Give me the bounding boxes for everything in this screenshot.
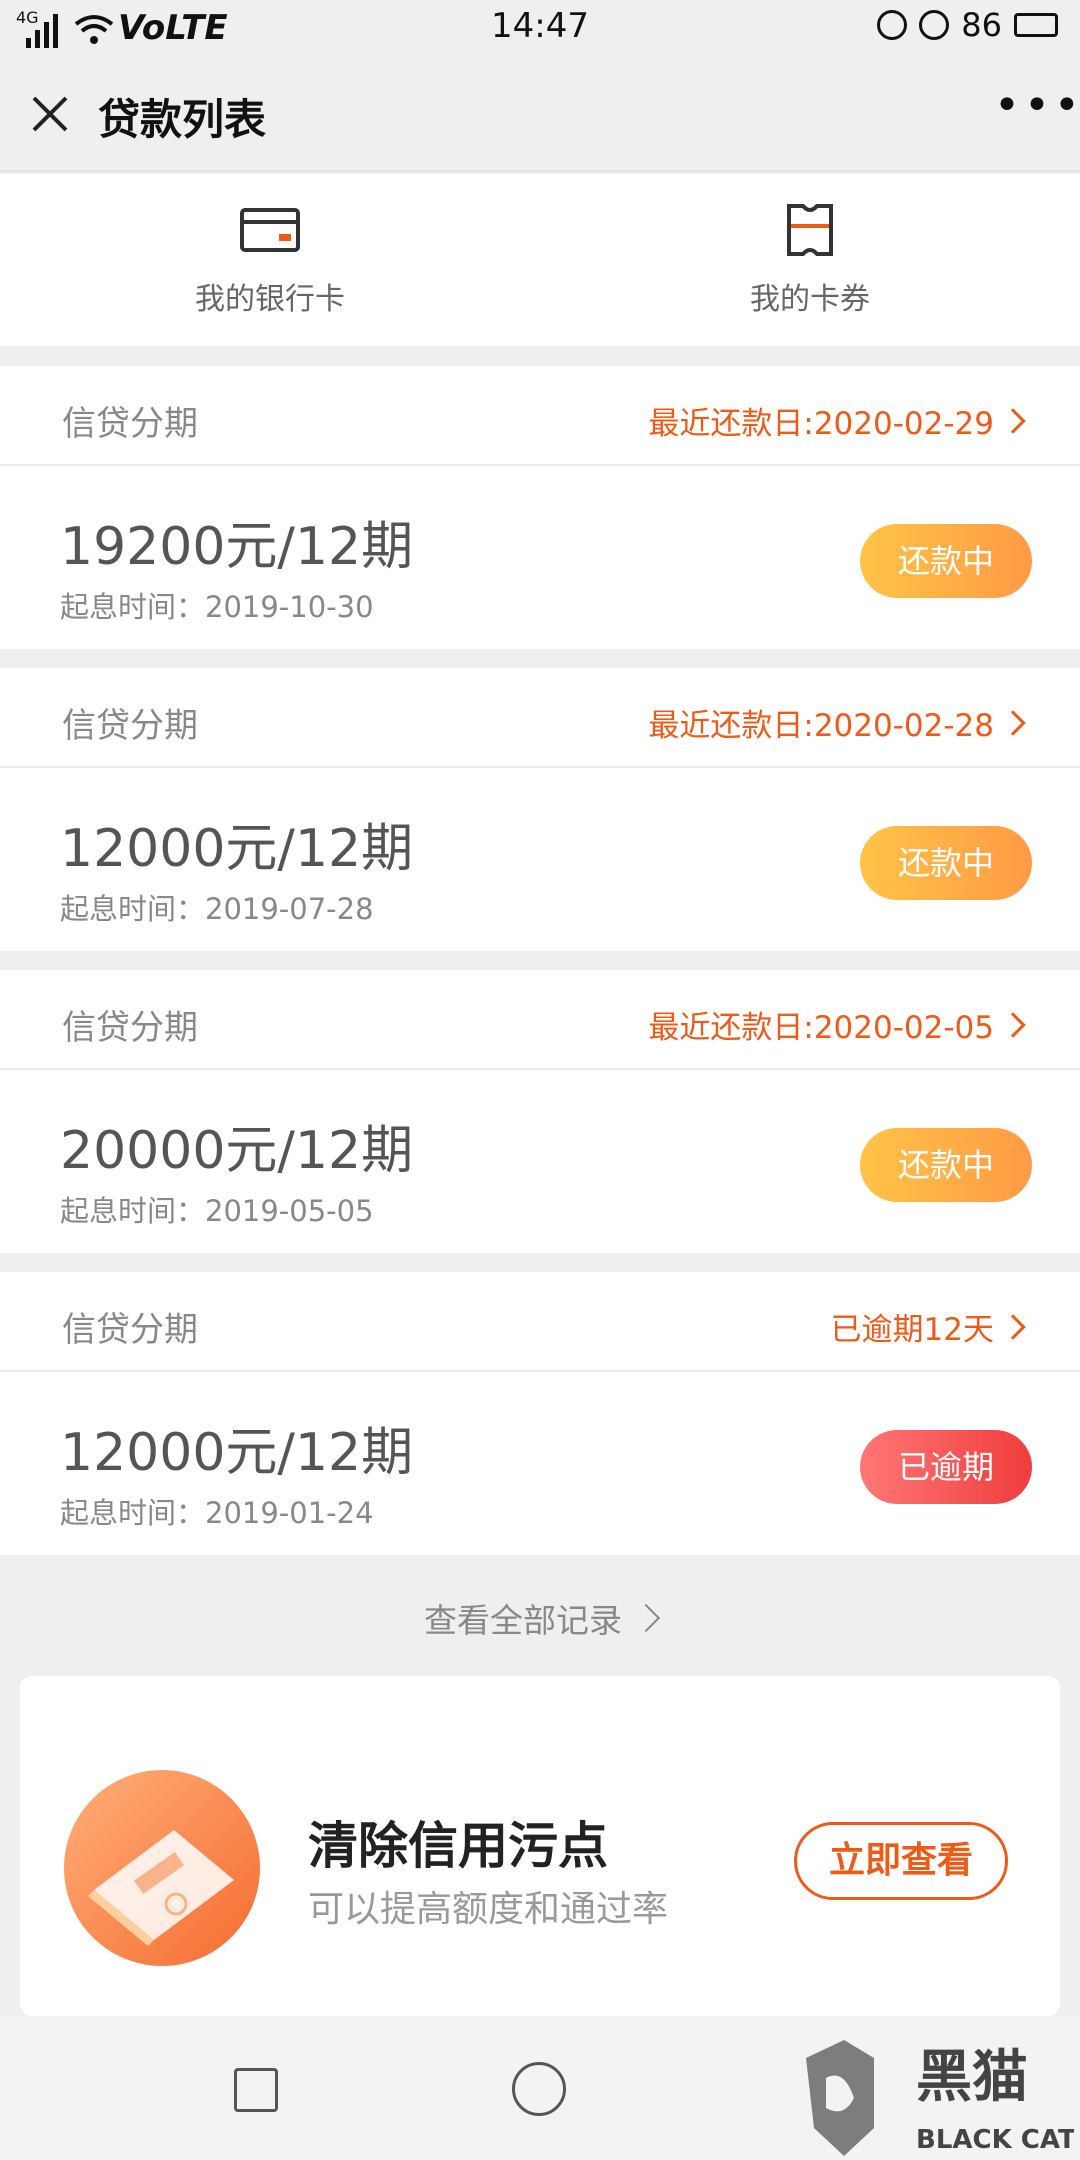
chevron-right-icon [1000,407,1026,434]
coupon-icon [787,204,833,256]
bank-card-label: 我的银行卡 [195,282,345,317]
chevron-right-icon [1000,709,1026,736]
loan-card-header: 信贷分期 最近还款日:2020-02-05 [0,970,1080,1070]
credit-report-illustration [64,1770,260,1966]
overdue-badge[interactable]: 已逾期 [860,1430,1032,1504]
more-menu-icon[interactable]: ••• [994,84,1080,136]
alarm-icon [919,10,950,40]
loan-card-header: 信贷分期 最近还款日:2020-02-29 [0,366,1080,466]
loan-start-date: 起息时间：2019-10-30 [60,590,374,624]
coupon-link[interactable]: 我的卡券 [540,174,1080,346]
view-now-button[interactable]: 立即查看 [794,1822,1008,1900]
nav-bar: 贷款列表 ••• [0,56,1080,172]
status-badge[interactable]: 还款中 [860,524,1032,598]
chevron-right-icon [1000,1313,1026,1340]
status-right: 86 [877,6,1058,44]
status-badge[interactable]: 还款中 [860,826,1032,900]
loan-start-date: 起息时间：2019-05-05 [60,1194,374,1228]
loan-amount: 20000元/12期 [60,1121,414,1181]
status-badge[interactable]: 还款中 [860,1128,1032,1202]
loan-card[interactable]: 信贷分期 最近还款日:2020-02-28 12000元/12期 起息时间：20… [0,668,1080,951]
status-bar: 4G VoLTE 14:47 86 [0,0,1080,56]
recent-apps-button[interactable] [234,2068,278,2112]
due-date-link[interactable]: 最近还款日:2020-02-05 [648,1002,1026,1047]
loan-type: 信贷分期 [62,1008,198,1048]
due-date-link[interactable]: 最近还款日:2020-02-29 [648,398,1026,443]
svg-text:BLACK CAT: BLACK CAT [916,2125,1074,2155]
due-date: 最近还款日:2020-02-29 [648,406,994,442]
loan-type: 信贷分期 [62,1310,198,1350]
due-date-link[interactable]: 最近还款日:2020-02-28 [648,700,1026,745]
promo-title: 清除信用污点 [308,1817,608,1875]
battery-icon [1014,13,1058,37]
overdue-link[interactable]: 已逾期12天 [830,1304,1026,1349]
lock-rotation-icon [877,10,908,40]
svg-text:黑猫: 黑猫 [916,2045,1028,2110]
loan-card[interactable]: 信贷分期 最近还款日:2020-02-05 20000元/12期 起息时间：20… [0,970,1080,1253]
page-title: 贷款列表 [98,95,267,144]
loan-card[interactable]: 信贷分期 已逾期12天 12000元/12期 起息时间：2019-01-24 已… [0,1272,1080,1555]
view-all-label: 查看全部记录 [424,1601,622,1640]
battery-level: 86 [961,6,1002,44]
loan-card-header: 信贷分期 已逾期12天 [0,1272,1080,1372]
black-cat-logo: 黑猫 BLACK CAT [806,2040,1074,2156]
chevron-right-icon [1000,1011,1026,1038]
bank-card-icon [240,208,300,252]
loan-card-header: 信贷分期 最近还款日:2020-02-28 [0,668,1080,768]
quick-links: 我的银行卡 我的卡券 [0,174,1080,346]
loan-type: 信贷分期 [62,706,198,746]
loan-list-page: 4G VoLTE 14:47 86 贷款列表 ••• 我的银行卡 我的卡券 信贷… [0,0,1080,2160]
loan-amount: 12000元/12期 [60,819,414,879]
overdue-days: 已逾期12天 [830,1312,994,1348]
home-button[interactable] [512,2062,566,2116]
promo-banner[interactable]: 清除信用污点 可以提高额度和通过率 立即查看 [20,1676,1060,2016]
loan-start-date: 起息时间：2019-07-28 [60,892,374,926]
loan-card[interactable]: 信贷分期 最近还款日:2020-02-29 19200元/12期 起息时间：20… [0,366,1080,649]
chevron-right-icon [631,1603,661,1633]
close-icon[interactable] [26,90,74,138]
loan-start-date: 起息时间：2019-01-24 [60,1496,374,1530]
loan-type: 信贷分期 [62,404,198,444]
loan-amount: 12000元/12期 [60,1423,414,1483]
promo-subtitle: 可以提高额度和通过率 [308,1889,669,1930]
coupon-label: 我的卡券 [750,282,870,317]
view-all-records-link[interactable]: 查看全部记录 [0,1594,1080,1642]
due-date: 最近还款日:2020-02-28 [648,708,994,744]
loan-amount: 19200元/12期 [60,517,414,577]
bank-card-link[interactable]: 我的银行卡 [0,174,540,346]
due-date: 最近还款日:2020-02-05 [648,1010,994,1046]
